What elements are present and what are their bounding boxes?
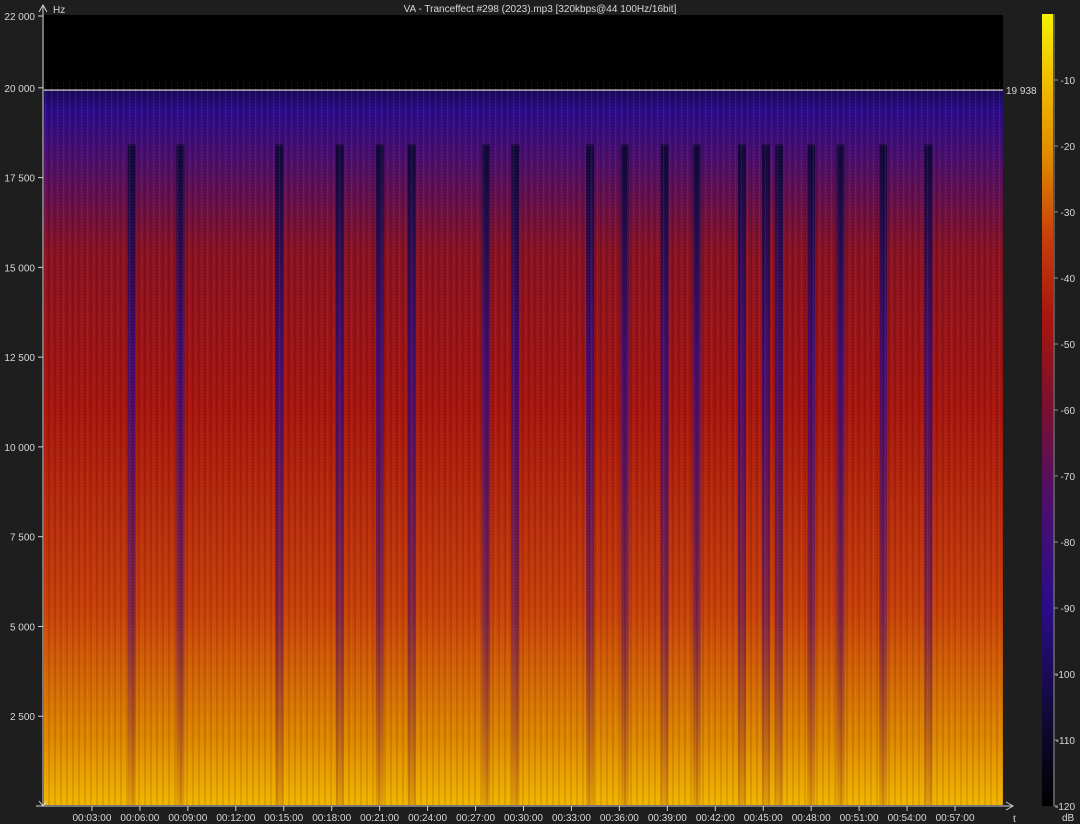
colorbar-tick-label: -20 [1061,142,1076,153]
x-tick-label: 00:30:00 [504,813,543,824]
cutoff-label: 19 938 [1006,86,1037,97]
colorbar-tick-label: -10 [1061,76,1076,87]
colorbar-tick-label: -30 [1061,208,1076,219]
y-tick-label: 17 500 [4,174,35,185]
x-tick-label: 00:06:00 [120,813,159,824]
y-tick-label: 10 000 [4,443,35,454]
x-tick-label: 00:36:00 [600,813,639,824]
colorbar-tick-label: -100 [1055,670,1075,681]
x-tick-label: 00:51:00 [840,813,879,824]
x-tick-label: 00:45:00 [744,813,783,824]
spectrogram-chart: 19 938 Hz t VA - Tranceffect #298 (2023)… [4,3,1075,824]
y-tick-label: 5 000 [10,622,35,633]
x-tick-label: 00:03:00 [72,813,111,824]
spectrogram-texture [44,82,1003,805]
colorbar-tick-label: -110 [1056,736,1076,747]
x-tick-label: 00:24:00 [408,813,447,824]
x-tick-label: 00:33:00 [552,813,591,824]
y-axis-label: Hz [53,5,65,16]
y-tick-label: 15 000 [4,263,35,274]
y-tick-label: 22 000 [4,12,35,23]
colorbar-tick-label: -70 [1061,472,1076,483]
x-tick-label: 00:15:00 [264,813,303,824]
x-tick-label: 00:27:00 [456,813,495,824]
colorbar [1042,14,1053,806]
chart-title: VA - Tranceffect #298 (2023).mp3 [320kbp… [404,4,677,15]
y-tick-label: 12 500 [4,353,35,364]
x-tick-label: 00:12:00 [216,813,255,824]
x-tick-label: 00:09:00 [168,813,207,824]
colorbar-ticks: -10 -20 -30 -40 -50 -60 -70 -80 -90 -100 -110 -120 [1054,76,1075,813]
colorbar-tick-label: -50 [1061,340,1076,351]
x-tick-label: 00:39:00 [648,813,687,824]
colorbar-tick-label: -120 [1055,802,1075,813]
y-tick-label: 2 500 [10,712,35,723]
y-tick-label: 20 000 [4,84,35,95]
x-tick-label: 00:18:00 [312,813,351,824]
x-tick-label: 00:42:00 [696,813,735,824]
y-ticks: 2 500 5 000 7 500 10 000 12 500 15 000 17 500 2… [4,12,43,723]
colorbar-tick-label: -90 [1061,604,1076,615]
colorbar-tick-label: -60 [1061,406,1076,417]
colorbar-tick-label: -80 [1061,538,1076,549]
colorbar-tick-label: -40 [1061,274,1076,285]
x-ticks: 00:03:00 00:06:00 00:09:00 00:12:00 00:15:00… [72,806,975,824]
x-tick-label: 00:48:00 [792,813,831,824]
colorbar-label: dB [1062,813,1075,824]
x-axis-label: t [1013,814,1016,824]
y-tick-label: 7 500 [10,533,35,544]
x-tick-label: 00:21:00 [360,813,399,824]
x-tick-label: 00:57:00 [936,813,975,824]
x-tick-label: 00:54:00 [888,813,927,824]
